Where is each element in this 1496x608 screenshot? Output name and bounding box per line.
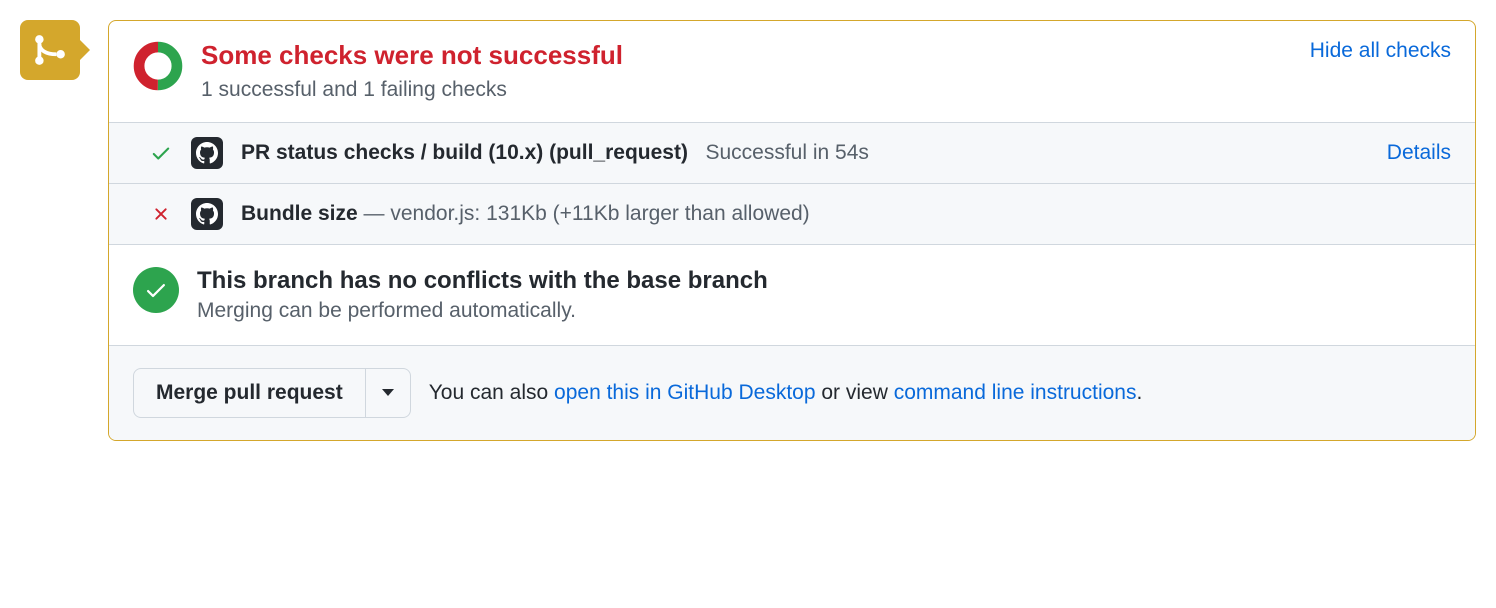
checks-title: Some checks were not successful <box>201 39 1292 72</box>
check-row: PR status checks / build (10.x) (pull_re… <box>109 122 1475 183</box>
checks-subtitle: 1 successful and 1 failing checks <box>201 78 1292 102</box>
check-success-icon <box>149 142 173 164</box>
check-row: Bundle size — vendor.js: 131Kb (+11Kb la… <box>109 183 1475 244</box>
conflicts-title: This branch has no conflicts with the ba… <box>197 267 768 295</box>
check-name: PR status checks / build (10.x) (pull_re… <box>241 141 688 164</box>
check-name: Bundle size <box>241 202 358 225</box>
check-fail-icon <box>149 204 173 224</box>
check-text: PR status checks / build (10.x) (pull_re… <box>241 141 1369 165</box>
github-avatar-icon <box>191 198 223 230</box>
git-merge-icon <box>33 33 67 67</box>
merge-options-dropdown[interactable] <box>366 368 411 418</box>
check-detail: vendor.js: 131Kb (+11Kb larger than allo… <box>390 202 809 225</box>
open-github-desktop-link[interactable]: open this in GitHub Desktop <box>554 381 815 404</box>
check-text: Bundle size — vendor.js: 131Kb (+11Kb la… <box>241 202 1451 226</box>
check-detail: Successful in 54s <box>705 141 868 164</box>
check-details-link[interactable]: Details <box>1387 141 1451 165</box>
merge-pull-request-button[interactable]: Merge pull request <box>133 368 366 418</box>
merge-footer: Merge pull request You can also open thi… <box>109 345 1475 440</box>
conflicts-subtitle: Merging can be performed automatically. <box>197 299 768 323</box>
status-donut-icon <box>133 41 183 91</box>
no-conflicts-icon <box>133 267 179 313</box>
command-line-instructions-link[interactable]: command line instructions <box>894 381 1137 404</box>
merge-status-badge <box>20 20 80 80</box>
merge-panel: Some checks were not successful 1 succes… <box>108 20 1476 441</box>
github-avatar-icon <box>191 137 223 169</box>
checks-header: Some checks were not successful 1 succes… <box>109 21 1475 122</box>
merge-footer-text: You can also open this in GitHub Desktop… <box>429 381 1143 405</box>
hide-all-checks-link[interactable]: Hide all checks <box>1310 39 1451 63</box>
conflicts-section: This branch has no conflicts with the ba… <box>109 244 1475 345</box>
caret-down-icon <box>382 389 394 396</box>
